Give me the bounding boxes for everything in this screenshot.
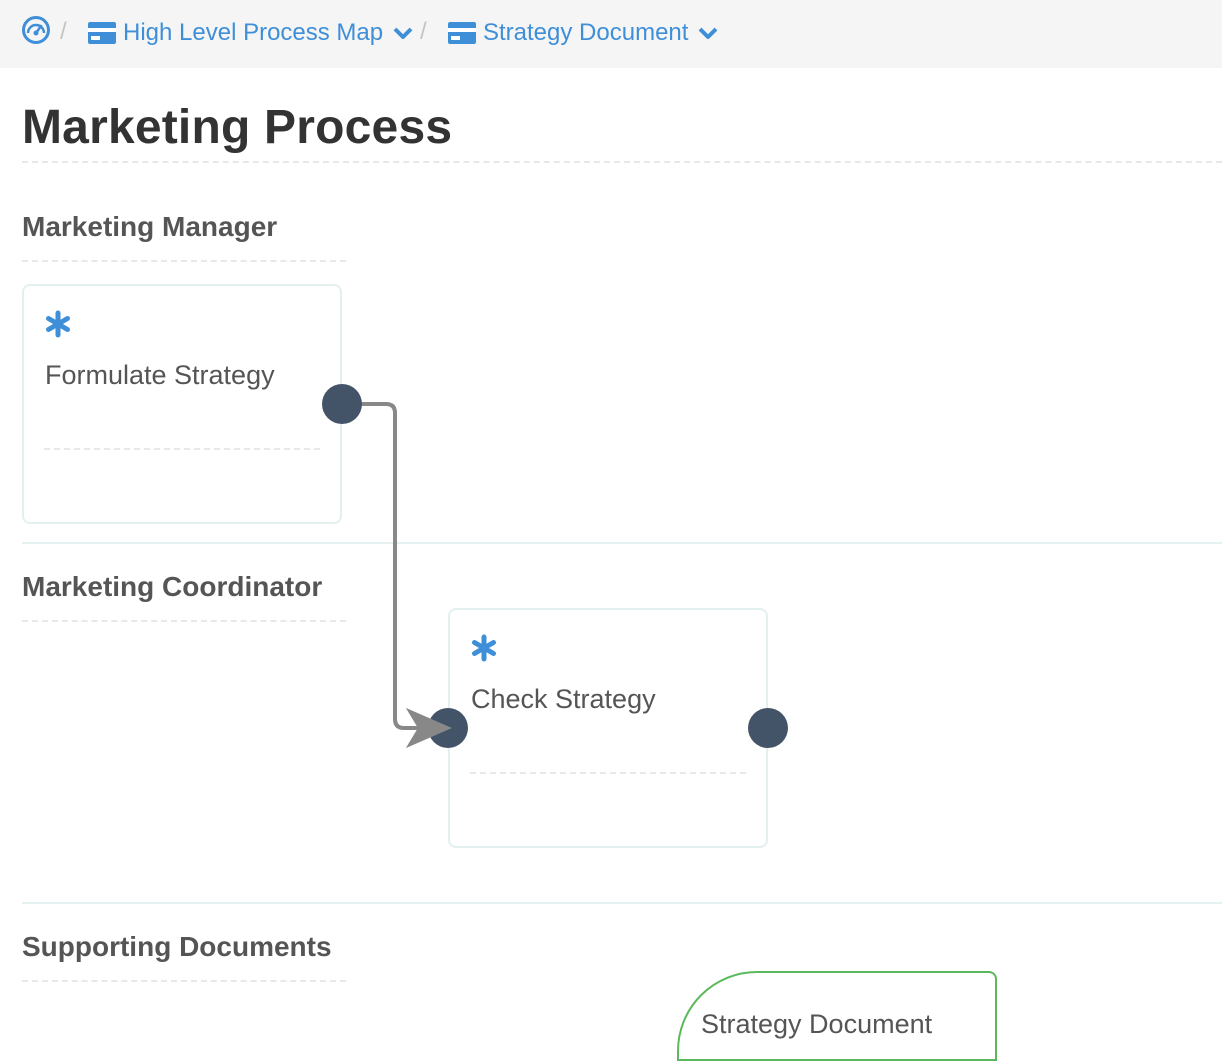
divider: [44, 448, 320, 450]
card-icon: [88, 22, 116, 44]
breadcrumb-label: Strategy Document: [483, 19, 689, 46]
lane-title-marketing-manager: Marketing Manager: [22, 211, 278, 242]
input-port[interactable]: [428, 708, 468, 748]
dashboard-gauge-icon[interactable]: [21, 15, 51, 45]
chevron-down-icon[interactable]: [393, 26, 413, 40]
page-title: Marketing Process: [22, 101, 453, 154]
output-port[interactable]: [322, 384, 362, 424]
breadcrumb-item-strategy-document[interactable]: Strategy Document: [447, 16, 718, 50]
document-label: Strategy Document: [701, 1009, 933, 1039]
divider: [22, 161, 1222, 163]
chevron-down-icon[interactable]: [698, 26, 718, 40]
lane-title-marketing-coordinator: Marketing Coordinator: [22, 571, 323, 602]
card-icon: [448, 22, 476, 44]
document-card-strategy-document[interactable]: Strategy Document: [677, 971, 997, 1061]
divider: [22, 980, 346, 982]
asterisk-icon: [472, 634, 496, 662]
breadcrumb: / High Level Process Map / Strategy Docu…: [0, 0, 1222, 68]
lane-title-supporting-documents: Supporting Documents: [22, 931, 332, 962]
breadcrumb-separator: /: [60, 18, 67, 45]
task-label: Check Strategy: [471, 684, 656, 714]
breadcrumb-label: High Level Process Map: [123, 19, 384, 46]
output-port[interactable]: [748, 708, 788, 748]
asterisk-icon: [46, 310, 70, 338]
lane-divider: [22, 542, 1222, 544]
breadcrumb-item-high-level-process-map[interactable]: High Level Process Map: [87, 16, 413, 50]
lane-divider: [22, 902, 1222, 904]
task-card-check-strategy[interactable]: Check Strategy: [448, 608, 768, 848]
task-card-formulate-strategy[interactable]: Formulate Strategy: [22, 284, 342, 524]
breadcrumb-separator: /: [420, 18, 427, 45]
divider: [470, 772, 746, 774]
divider: [22, 260, 346, 262]
divider: [22, 620, 346, 622]
task-label: Formulate Strategy: [45, 360, 275, 390]
